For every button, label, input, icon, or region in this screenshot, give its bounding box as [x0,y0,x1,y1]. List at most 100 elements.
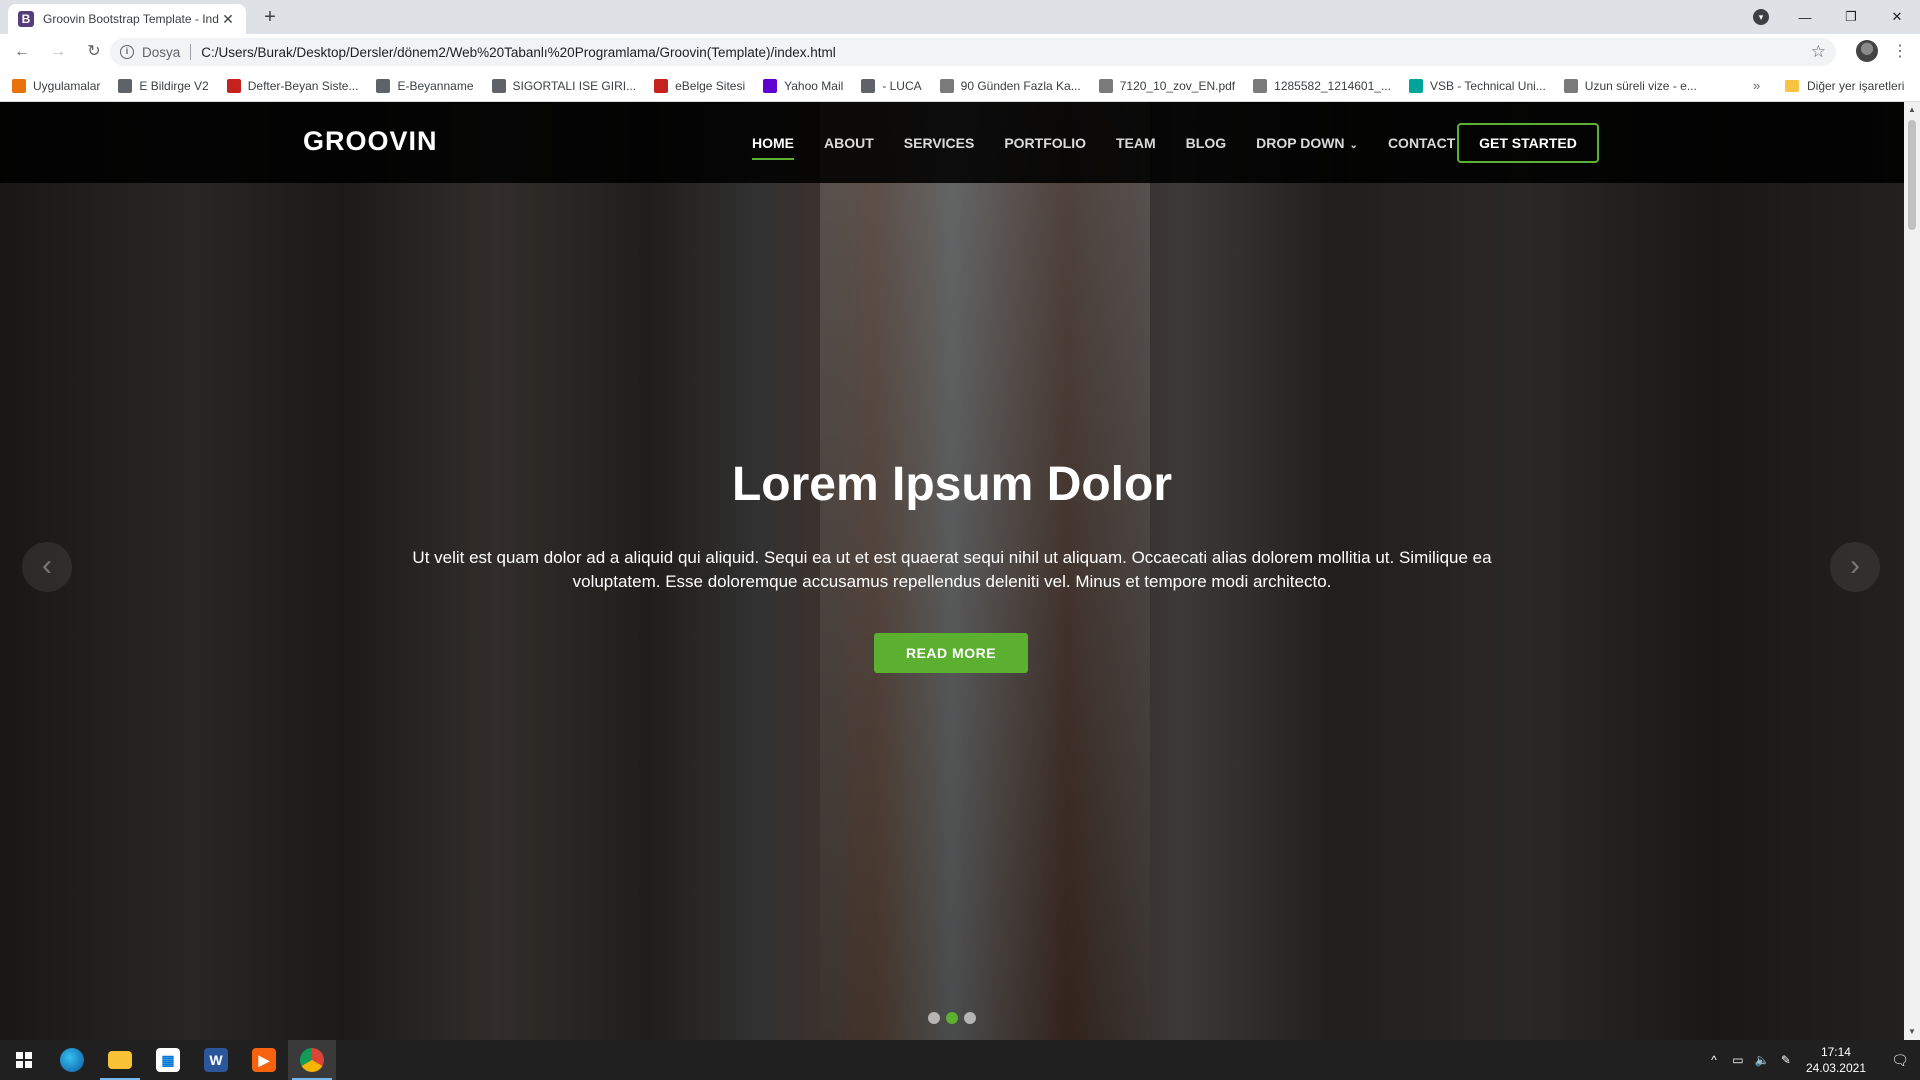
site-logo[interactable]: GROOVIN [303,126,438,157]
globe-icon [491,78,506,93]
bookmarks-bar: Uygulamalar E Bildirge V2 Defter-Beyan Sis… [0,70,1920,102]
notification-icon[interactable]: 🗨 [1880,1052,1920,1069]
windows-taskbar: ▦ W ▶ ^ ▭ 🔈 ✎ 17:14 24.03.2021 🗨 [0,1040,1920,1080]
bookmark-item[interactable]: 1285582_1214601_... [1253,78,1391,93]
window-controls: — ❐ ✕ [1782,0,1920,34]
word-taskbar-button[interactable]: W [192,1040,240,1080]
media-player-icon: ▶ [252,1048,276,1072]
nav-label: TEAM [1116,134,1156,151]
profile-avatar[interactable] [1856,40,1878,62]
chevron-up-icon[interactable]: ^ [1702,1053,1726,1067]
nav-services[interactable]: SERVICES [904,128,975,158]
bookmarks-overflow-icon[interactable]: » [1753,78,1760,93]
nav-portfolio[interactable]: PORTFOLIO [1004,128,1086,158]
page-scrollbar[interactable]: ▲ ▼ [1904,102,1920,1040]
browser-tabstrip: B Groovin Bootstrap Template - Ind ✕ + ▾… [0,0,1920,34]
nav-label: DROP DOWN [1256,134,1345,151]
restore-icon[interactable]: ❐ [1828,9,1874,25]
nav-label: HOME [752,134,794,151]
bookmark-item[interactable]: Yahoo Mail [763,78,844,93]
carousel-next-icon[interactable]: › [1830,542,1880,592]
reload-icon[interactable]: ↻ [80,38,108,66]
seal-icon [939,78,954,93]
network-icon[interactable]: ▭ [1726,1053,1750,1067]
bookmark-item[interactable]: E-Beyanname [376,78,474,93]
forward-icon[interactable]: → [44,38,72,66]
address-bar[interactable]: i Dosya C:/Users/Burak/Desktop/Dersler/d… [110,38,1836,66]
media-player-taskbar-button[interactable]: ▶ [240,1040,288,1080]
seal-icon [1563,78,1578,93]
hero-title: Lorem Ipsum Dolor [731,458,1173,511]
get-started-button[interactable]: GET STARTED [1457,123,1599,163]
edge-taskbar-button[interactable] [48,1040,96,1080]
nav-drop-down[interactable]: DROP DOWN ⌄ [1256,128,1358,158]
carousel-prev-icon[interactable]: ‹ [22,542,72,592]
carousel-dot[interactable] [964,1012,976,1024]
carousel-dot[interactable] [946,1012,958,1024]
clock[interactable]: 17:14 24.03.2021 [1806,1044,1866,1076]
nav-team[interactable]: TEAM [1116,128,1156,158]
bookmark-item[interactable]: SIGORTALI ISE GIRI... [491,78,637,93]
bookmark-item[interactable]: Uzun süreli vize - e... [1563,78,1697,93]
browser-tab[interactable]: B Groovin Bootstrap Template - Ind ✕ [8,4,246,34]
bookmark-item[interactable]: 90 Günden Fazla Ka... [939,78,1081,93]
pen-icon[interactable]: ✎ [1774,1053,1798,1067]
file-explorer-taskbar-button[interactable] [96,1040,144,1080]
bookmark-star-icon[interactable]: ☆ [1811,42,1826,62]
edge-icon [60,1048,84,1072]
bookmark-item[interactable]: - LUCA [861,78,922,93]
bookmark-label: VSB - Technical Uni... [1429,78,1546,93]
close-window-icon[interactable]: ✕ [1874,9,1920,25]
tab-search-icon[interactable]: ▾ [1753,9,1769,25]
scroll-down-icon[interactable]: ▼ [1904,1024,1920,1040]
bookmark-item[interactable]: E Bildirge V2 [118,78,209,93]
chrome-taskbar-button[interactable] [288,1040,336,1080]
nav-blog[interactable]: BLOG [1186,128,1226,158]
bookmark-label: 90 Günden Fazla Ka... [960,78,1081,93]
bookmark-item[interactable]: Uygulamalar [12,78,100,93]
minimize-icon[interactable]: — [1782,10,1828,25]
address-scheme: Dosya [142,44,181,60]
nav-label: BLOG [1185,134,1227,151]
store-icon: ▦ [156,1048,180,1072]
bookmark-label: - LUCA [882,78,922,93]
read-more-button[interactable]: READ MORE [874,633,1028,673]
globe-icon [118,78,133,93]
new-tab-button[interactable]: + [258,6,282,30]
address-separator [190,44,192,60]
bookmark-label: 7120_10_zov_EN.pdf [1119,78,1236,93]
clock-time: 17:14 [1820,1045,1851,1059]
menu-dots-icon[interactable]: ⋮ [1892,41,1908,61]
store-taskbar-button[interactable]: ▦ [144,1040,192,1080]
close-tab-icon[interactable]: ✕ [220,11,236,28]
file-explorer-icon [108,1051,132,1069]
back-icon[interactable]: ← [8,38,36,66]
bookmark-label: E-Beyanname [397,78,474,93]
start-button[interactable] [0,1040,48,1080]
info-icon[interactable]: i [120,45,134,59]
bookmark-label: Yahoo Mail [784,78,844,93]
bookmark-item[interactable]: 7120_10_zov_EN.pdf [1098,78,1236,93]
bookmark-item[interactable]: Defter-Beyan Siste... [226,78,358,93]
other-bookmarks[interactable]: Diğer yer işaretleri [1785,70,1904,102]
nav-home[interactable]: HOME [752,128,794,160]
bookmark-label: SIGORTALI ISE GIRI... [512,78,637,93]
chevron-down-icon: ⌄ [1349,139,1358,151]
carousel-dot[interactable] [928,1012,940,1024]
document-icon [654,78,669,93]
main-nav: HOME ABOUT SERVICES PORTFOLIO TEAM BLOG DROP D… [752,102,1485,183]
bookmark-label: Uzun süreli vize - e... [1584,78,1697,93]
bookmark-item[interactable]: eBelge Sitesi [654,78,746,93]
nav-about[interactable]: ABOUT [824,128,874,158]
nav-label: ABOUT [824,134,874,151]
volume-icon[interactable]: 🔈 [1750,1053,1774,1067]
document-icon [226,78,241,93]
bookmark-label: eBelge Sitesi [675,78,746,93]
nav-contact[interactable]: CONTACT [1388,128,1455,158]
globe-icon [376,78,391,93]
chrome-icon [300,1048,324,1072]
scroll-thumb[interactable] [1908,120,1916,230]
vsb-icon [1408,78,1423,93]
scroll-up-icon[interactable]: ▲ [1904,102,1920,118]
bookmark-item[interactable]: VSB - Technical Uni... [1408,78,1546,93]
